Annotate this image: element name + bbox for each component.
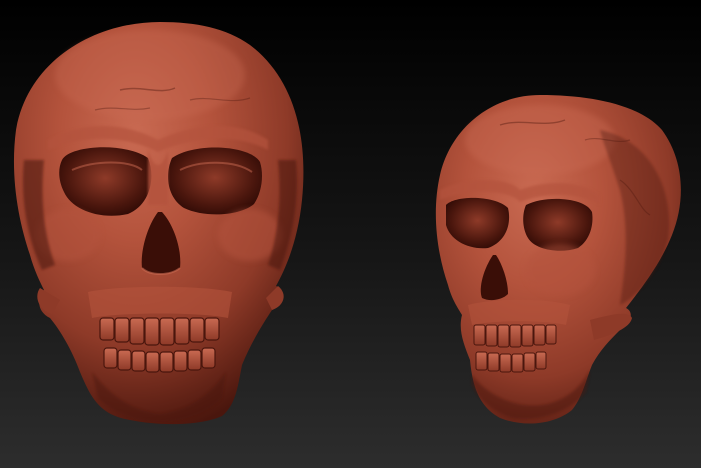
upper-teeth xyxy=(99,317,220,346)
sculpt-render xyxy=(0,0,701,468)
right-eye-socket xyxy=(168,147,262,215)
render-viewport xyxy=(0,0,701,468)
upper-teeth xyxy=(473,324,557,348)
right-eye-socket xyxy=(523,198,593,251)
lower-teeth xyxy=(475,351,547,373)
